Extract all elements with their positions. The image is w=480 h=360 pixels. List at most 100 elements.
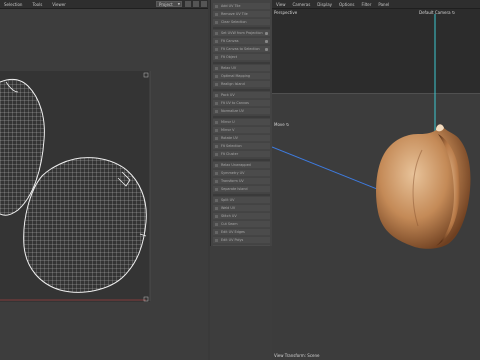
panel-separator bbox=[213, 116, 270, 118]
panel-command[interactable]: Symmetry UV bbox=[213, 170, 270, 177]
option-checkbox-icon[interactable] bbox=[265, 47, 268, 51]
panel-command[interactable]: Remove UV Tile bbox=[213, 11, 270, 18]
panel-command[interactable]: Fit Canvas to Selection bbox=[213, 46, 270, 53]
panel-command[interactable]: Clear Selection bbox=[213, 19, 270, 26]
panel-command[interactable]: Fit Selection bbox=[213, 143, 270, 150]
panel-command-label: Optimal Mapping bbox=[221, 74, 251, 78]
option-checkbox-icon[interactable] bbox=[265, 39, 268, 43]
panel-command-label: Fit Canvas to Selection bbox=[221, 47, 260, 51]
uv-island-right[interactable] bbox=[20, 150, 150, 300]
uv-command-panel: Add UV Tile Remove UV Tile Clear Selection… bbox=[210, 0, 274, 263]
panel-command-label: Pack UV bbox=[221, 93, 235, 97]
panel-command-label: Edit UV Polys bbox=[221, 238, 244, 242]
panel-command-label: Edit UV Edges bbox=[221, 230, 245, 234]
panel-command[interactable]: Fit Object bbox=[213, 54, 270, 61]
command-icon bbox=[215, 56, 218, 59]
panel-command[interactable]: Set UVW from Projection bbox=[213, 30, 270, 37]
panel-command-label: Rotate UV bbox=[221, 136, 238, 140]
panel-command-label: Fit UV to Canvas bbox=[221, 101, 249, 105]
canvas-corner-icon[interactable] bbox=[143, 72, 149, 78]
panel-command-label: Mirror U bbox=[221, 120, 235, 124]
command-icon bbox=[215, 94, 218, 97]
panel-command[interactable]: Fit Canvas bbox=[213, 38, 270, 45]
panel-command[interactable]: Realign Island bbox=[213, 81, 270, 88]
panel-command-label: Clear Selection bbox=[221, 20, 247, 24]
panel-command[interactable]: Edit UV Edges bbox=[213, 229, 270, 236]
command-icon bbox=[215, 145, 218, 148]
viewport-scene[interactable] bbox=[272, 0, 480, 360]
panel-separator bbox=[213, 27, 270, 29]
panel-command[interactable]: Weld UV bbox=[213, 205, 270, 212]
panel-command[interactable]: Mirror U bbox=[213, 119, 270, 126]
panel-command-label: Separate Island bbox=[221, 187, 248, 191]
panel-command-label: Fit Cluster bbox=[221, 152, 239, 156]
panel-command-label: Remove UV Tile bbox=[221, 12, 248, 16]
uv-mesh-overlay bbox=[0, 71, 151, 302]
command-icon bbox=[215, 40, 218, 43]
command-icon bbox=[215, 129, 218, 132]
panel-command[interactable]: Relax UV bbox=[213, 65, 270, 72]
command-icon bbox=[215, 102, 218, 105]
panel-command[interactable]: Rotate UV bbox=[213, 135, 270, 142]
panel-command[interactable]: Normalize UV bbox=[213, 108, 270, 115]
command-icon bbox=[215, 13, 218, 16]
panel-command[interactable]: Cut Seam bbox=[213, 221, 270, 228]
panel-command[interactable]: Separate Island bbox=[213, 186, 270, 193]
panel-command-label: Normalize UV bbox=[221, 109, 244, 113]
command-icon bbox=[215, 188, 218, 191]
command-icon bbox=[215, 121, 218, 124]
command-icon bbox=[215, 172, 218, 175]
panel-command-label: Set UVW from Projection bbox=[221, 31, 263, 35]
panel-command[interactable]: Add UV Tile bbox=[213, 3, 270, 10]
command-icon bbox=[215, 223, 218, 226]
panel-command[interactable]: Split UV bbox=[213, 197, 270, 204]
panel-separator bbox=[213, 194, 270, 196]
command-icon bbox=[215, 110, 218, 113]
panel-separator bbox=[213, 62, 270, 64]
command-icon bbox=[215, 164, 218, 167]
panel-command[interactable]: Optimal Mapping bbox=[213, 73, 270, 80]
panel-command-label: Symmetry UV bbox=[221, 171, 245, 175]
command-icon bbox=[215, 137, 218, 140]
panel-command[interactable]: Relax Unwrapped bbox=[213, 162, 270, 169]
command-icon bbox=[215, 32, 218, 35]
command-icon bbox=[215, 199, 218, 202]
panel-command[interactable]: Fit Cluster bbox=[213, 151, 270, 158]
panel-command[interactable]: Pack UV bbox=[213, 92, 270, 99]
command-icon bbox=[215, 21, 218, 24]
command-icon bbox=[215, 75, 218, 78]
command-icon bbox=[215, 215, 218, 218]
panel-command-label: Relax UV bbox=[221, 66, 237, 70]
panel-command[interactable]: Edit UV Polys bbox=[213, 237, 270, 244]
command-icon bbox=[215, 207, 218, 210]
command-icon bbox=[215, 153, 218, 156]
panel-command-label: Fit Canvas bbox=[221, 39, 239, 43]
panel-command-label: Realign Island bbox=[221, 82, 245, 86]
panel-command-label: Fit Object bbox=[221, 55, 238, 59]
panel-command[interactable]: Mirror V bbox=[213, 127, 270, 134]
panel-command[interactable]: Transform UV bbox=[213, 178, 270, 185]
panel-command-label: Relax Unwrapped bbox=[221, 163, 251, 167]
command-icon bbox=[215, 180, 218, 183]
panel-command-label: Add UV Tile bbox=[221, 4, 241, 8]
command-icon bbox=[215, 48, 218, 51]
panel-bottom-fill bbox=[210, 246, 272, 360]
option-checkbox-icon[interactable] bbox=[265, 31, 268, 35]
panel-command-label: Cut Seam bbox=[221, 222, 238, 226]
panel-command-label: Transform UV bbox=[221, 179, 244, 183]
panel-command[interactable]: Stitch UV bbox=[213, 213, 270, 220]
panel-command-label: Stitch UV bbox=[221, 214, 237, 218]
panel-separator bbox=[213, 159, 270, 161]
gourd-model[interactable] bbox=[376, 124, 471, 249]
panel-command-label: Mirror V bbox=[221, 128, 235, 132]
command-icon bbox=[215, 239, 218, 242]
panel-command-label: Split UV bbox=[221, 198, 235, 202]
command-icon bbox=[215, 5, 218, 8]
panel-command-label: Fit Selection bbox=[221, 144, 242, 148]
z-axis-line bbox=[272, 146, 393, 196]
command-icon bbox=[215, 231, 218, 234]
panel-command-label: Weld UV bbox=[221, 206, 236, 210]
command-icon bbox=[215, 67, 218, 70]
command-icon bbox=[215, 83, 218, 86]
panel-command[interactable]: Fit UV to Canvas bbox=[213, 100, 270, 107]
